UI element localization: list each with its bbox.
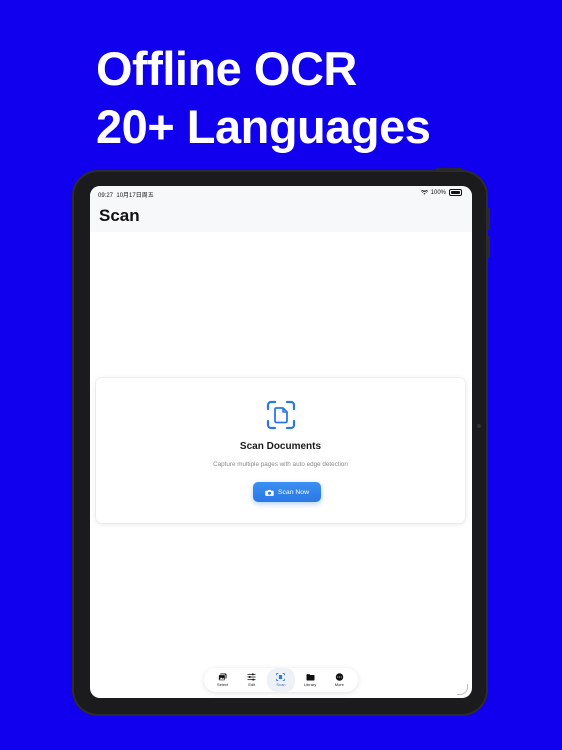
scan-now-label: Scan Now bbox=[278, 488, 309, 496]
tab-scan-label: Scan bbox=[276, 682, 286, 687]
battery-icon bbox=[449, 189, 462, 196]
tab-library[interactable]: Library bbox=[296, 668, 324, 692]
document-scan-icon bbox=[266, 400, 296, 430]
tab-more-label: More bbox=[334, 682, 344, 687]
app-screen: 09:27 10月17日周五 100% Scan Scan Documents … bbox=[90, 186, 472, 698]
status-time: 09:27 bbox=[98, 193, 114, 199]
tab-library-label: Library bbox=[304, 682, 317, 687]
document-scan-icon bbox=[276, 673, 286, 681]
device-camera bbox=[477, 424, 481, 428]
card-subtitle: Capture multiple pages with auto edge de… bbox=[213, 461, 348, 468]
status-date: 10月17日周五 bbox=[116, 193, 154, 199]
ellipsis-circle-icon bbox=[335, 673, 344, 681]
tab-edit-label: Edit bbox=[248, 682, 256, 687]
tab-select-label: Select bbox=[217, 682, 229, 687]
headline-line-1: Offline OCR bbox=[96, 42, 357, 95]
home-corner-indicator bbox=[457, 684, 468, 695]
folder-icon bbox=[306, 674, 315, 681]
photos-icon bbox=[218, 673, 227, 681]
marketing-headline: Offline OCR 20+ Languages bbox=[96, 40, 431, 156]
tab-select[interactable]: Select bbox=[209, 668, 237, 692]
device-volume-down-button bbox=[487, 236, 490, 258]
scan-now-button[interactable]: Scan Now bbox=[253, 482, 321, 502]
headline-line-2: 20+ Languages bbox=[96, 100, 431, 153]
card-title: Scan Documents bbox=[239, 441, 322, 452]
tab-more[interactable]: More bbox=[325, 668, 353, 692]
scan-card: Scan Documents Capture multiple pages wi… bbox=[96, 378, 465, 523]
tab-scan[interactable]: Scan bbox=[266, 668, 295, 692]
device-top-button bbox=[436, 168, 462, 171]
page-title: Scan bbox=[99, 206, 140, 225]
device-volume-up-button bbox=[487, 208, 490, 230]
tab-bar: Select Edit Scan Library More bbox=[204, 668, 358, 692]
navigation-bar: Scan bbox=[90, 200, 472, 232]
wifi-icon bbox=[420, 190, 428, 195]
battery-percent: 100% bbox=[430, 189, 446, 196]
camera-icon bbox=[265, 489, 274, 496]
tab-edit[interactable]: Edit bbox=[238, 668, 266, 692]
sliders-icon bbox=[247, 673, 256, 681]
status-bar: 09:27 10月17日周五 100% bbox=[90, 186, 472, 200]
